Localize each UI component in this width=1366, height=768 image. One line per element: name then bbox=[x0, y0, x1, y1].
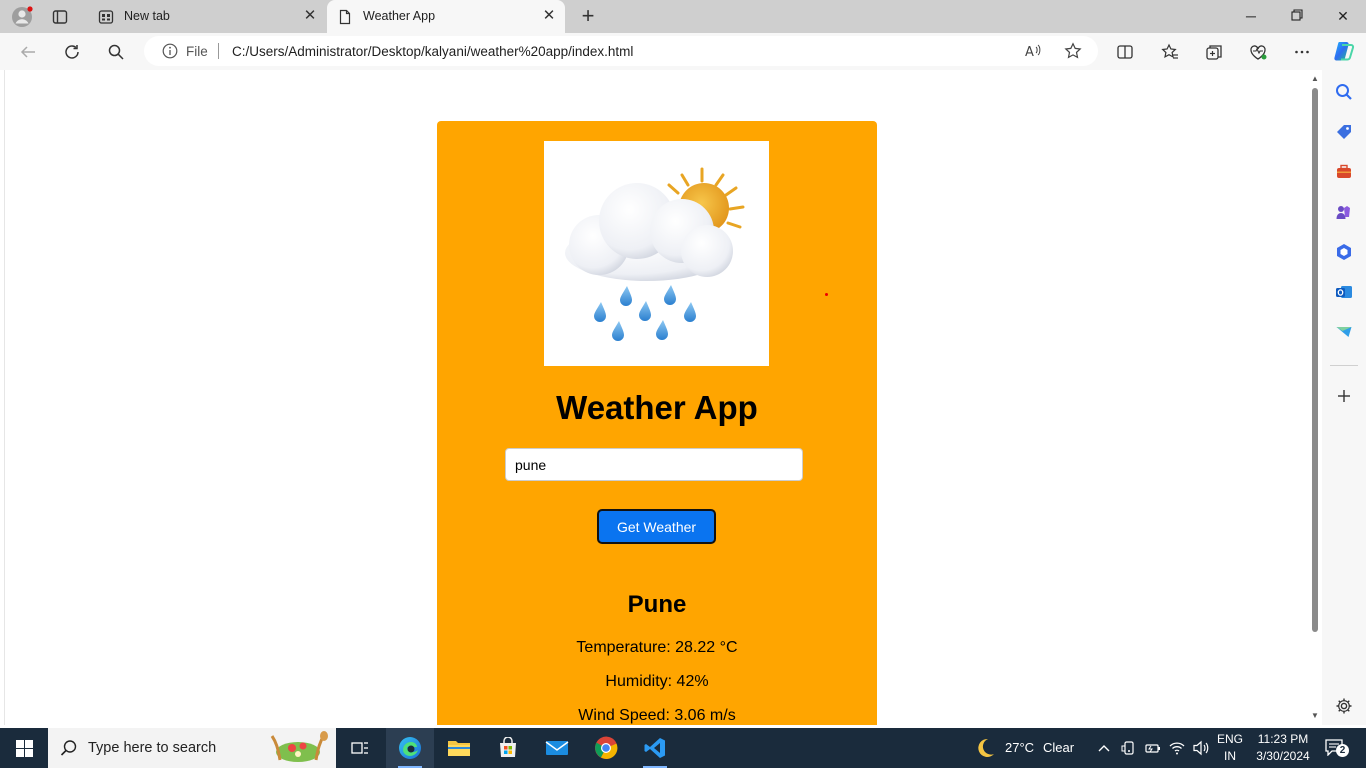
weather-card: Weather App Get Weather Pune Temperature… bbox=[437, 121, 877, 725]
close-window-icon[interactable]: ✕ bbox=[1332, 6, 1354, 26]
humidity-text: Humidity: 42% bbox=[605, 673, 709, 690]
new-tab-page-icon bbox=[98, 10, 114, 24]
url-text[interactable]: C:/Users/Administrator/Desktop/kalyani/w… bbox=[232, 44, 633, 59]
file-scheme-label: File bbox=[186, 44, 208, 59]
new-tab-button[interactable]: + bbox=[576, 5, 600, 29]
svg-text:A: A bbox=[1025, 45, 1034, 60]
refresh-icon[interactable] bbox=[60, 40, 84, 64]
wind-speed-text: Wind Speed: 3.06 m/s bbox=[578, 707, 736, 724]
scroll-up-arrow-icon[interactable]: ▲ bbox=[1311, 74, 1319, 83]
device-icon[interactable] bbox=[1121, 740, 1137, 756]
collections-icon[interactable] bbox=[1202, 40, 1226, 64]
search-icon bbox=[60, 740, 77, 756]
cursor-dot bbox=[825, 293, 828, 296]
divider bbox=[1330, 365, 1358, 366]
split-screen-icon[interactable] bbox=[1113, 40, 1137, 64]
more-options-icon[interactable] bbox=[1290, 40, 1314, 64]
windows-start-icon[interactable] bbox=[0, 728, 48, 768]
browser-essentials-icon[interactable] bbox=[1246, 40, 1270, 64]
show-hidden-icons-chevron-icon[interactable] bbox=[1097, 741, 1111, 755]
edge-sidebar bbox=[1322, 70, 1366, 725]
notification-count-badge: 2 bbox=[1336, 744, 1349, 757]
input-language[interactable]: ENG bbox=[1216, 732, 1244, 746]
wifi-icon[interactable] bbox=[1169, 740, 1185, 756]
add-sidebar-app-icon[interactable] bbox=[1333, 385, 1355, 407]
temperature-text: Temperature: 28.22 °C bbox=[576, 639, 738, 656]
sidebar-search-icon[interactable] bbox=[1333, 81, 1355, 103]
browser-toolbar: File C:/Users/Administrator/Desktop/kaly… bbox=[0, 33, 1366, 70]
back-arrow-icon[interactable] bbox=[16, 40, 40, 64]
search-placeholder: Type here to search bbox=[88, 740, 217, 756]
page-scrollbar[interactable]: ▲ ▼ bbox=[1309, 72, 1321, 722]
taskbar-search-box[interactable]: Type here to search bbox=[48, 728, 336, 768]
windows-taskbar: Type here to search 27°C Clear ENG IN 11 bbox=[0, 728, 1366, 768]
mail-icon[interactable] bbox=[533, 728, 581, 768]
scroll-down-arrow-icon[interactable]: ▼ bbox=[1311, 711, 1319, 720]
page-file-icon bbox=[339, 9, 351, 25]
outlook-icon[interactable] bbox=[1333, 281, 1355, 303]
input-region[interactable]: IN bbox=[1216, 749, 1244, 763]
tab-new-tab[interactable]: New tab ✕ bbox=[88, 0, 326, 33]
divider bbox=[218, 43, 219, 59]
search-icon[interactable] bbox=[104, 40, 128, 64]
weather-temperature[interactable]: 27°C bbox=[1005, 740, 1034, 755]
weather-condition[interactable]: Clear bbox=[1043, 740, 1074, 755]
volume-icon[interactable] bbox=[1192, 740, 1210, 756]
copilot-icon[interactable] bbox=[1331, 38, 1357, 64]
rain-cloud-sun-icon bbox=[565, 167, 745, 341]
notification-center-icon[interactable]: 2 bbox=[1324, 738, 1349, 758]
chrome-icon[interactable] bbox=[582, 728, 630, 768]
get-weather-button[interactable]: Get Weather bbox=[597, 509, 716, 544]
tab-weather-app[interactable]: Weather App ✕ bbox=[327, 0, 565, 33]
moon-weather-icon[interactable] bbox=[974, 737, 996, 759]
tab-strip: New tab ✕ Weather App ✕ + ─ ✕ bbox=[0, 0, 1366, 33]
drop-send-icon[interactable] bbox=[1333, 321, 1355, 343]
microsoft-store-icon[interactable] bbox=[484, 728, 532, 768]
favorites-icon[interactable] bbox=[1158, 40, 1182, 64]
address-bar[interactable]: File C:/Users/Administrator/Desktop/kaly… bbox=[144, 36, 1098, 66]
sidebar-settings-gear-icon[interactable] bbox=[1333, 695, 1355, 717]
profile-avatar-icon[interactable] bbox=[10, 5, 34, 29]
task-view-icon[interactable] bbox=[336, 728, 384, 768]
clock-date[interactable]: 3/30/2024 bbox=[1252, 749, 1314, 763]
edge-taskbar-icon[interactable] bbox=[386, 728, 434, 768]
page-viewport: Weather App Get Weather Pune Temperature… bbox=[4, 70, 1322, 725]
vscode-icon[interactable] bbox=[631, 728, 679, 768]
info-icon[interactable] bbox=[162, 43, 178, 59]
tab-label: New tab bbox=[124, 9, 170, 23]
tools-briefcase-icon[interactable] bbox=[1333, 161, 1355, 183]
minimize-icon[interactable]: ─ bbox=[1240, 6, 1262, 26]
favorite-star-icon[interactable] bbox=[1064, 42, 1082, 60]
tab-label: Weather App bbox=[363, 9, 436, 23]
weather-illustration bbox=[544, 141, 769, 366]
microsoft365-icon[interactable] bbox=[1333, 241, 1355, 263]
restore-icon[interactable] bbox=[1286, 6, 1308, 26]
page-title: Weather App bbox=[556, 389, 758, 426]
search-highlight-salad-icon bbox=[270, 731, 328, 762]
result-city-name: Pune bbox=[627, 591, 687, 618]
close-tab-icon[interactable]: ✕ bbox=[541, 8, 557, 24]
battery-plugged-icon[interactable] bbox=[1145, 740, 1161, 756]
close-tab-icon[interactable]: ✕ bbox=[302, 8, 318, 24]
clock-time[interactable]: 11:23 PM bbox=[1252, 732, 1314, 746]
city-search-input[interactable] bbox=[505, 448, 803, 481]
workspaces-icon[interactable] bbox=[48, 5, 72, 29]
read-aloud-icon[interactable]: A bbox=[1024, 42, 1042, 60]
scroll-thumb[interactable] bbox=[1312, 88, 1318, 632]
games-icon[interactable] bbox=[1333, 201, 1355, 223]
shopping-tag-icon[interactable] bbox=[1333, 121, 1355, 143]
file-explorer-icon[interactable] bbox=[435, 728, 483, 768]
